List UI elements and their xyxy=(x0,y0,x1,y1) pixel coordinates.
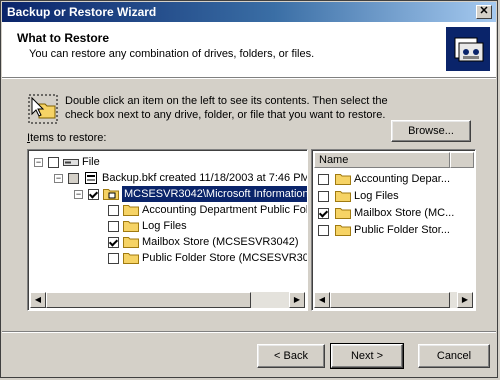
tree-item[interactable]: − MCSESVR3042\Microsoft Information Store xyxy=(28,186,307,202)
list-item-label: Public Folder Stor... xyxy=(354,224,450,236)
tree-item-label: Backup.bkf created 11/18/2003 at 7:46 PM xyxy=(102,172,308,184)
list-item[interactable]: Public Folder Stor... xyxy=(312,222,472,238)
collapse-toggle[interactable]: − xyxy=(34,158,43,167)
page-subtitle: You can restore any combination of drive… xyxy=(29,48,315,60)
tree-item-label: Accounting Department Public Folder xyxy=(142,204,308,216)
cancel-button[interactable]: Cancel xyxy=(418,344,490,368)
wizard-window: Backup or Restore Wizard ✕ What to Resto… xyxy=(0,0,498,378)
folder-icon xyxy=(123,252,139,264)
next-button[interactable]: Next > xyxy=(330,343,404,369)
list-item-label: Log Files xyxy=(354,190,399,202)
restore-checkbox[interactable] xyxy=(48,157,59,168)
restore-checkbox[interactable] xyxy=(88,189,99,200)
folder-icon xyxy=(335,173,351,185)
restore-checkbox[interactable] xyxy=(318,225,329,236)
tree-item[interactable]: − File xyxy=(28,154,307,170)
scroll-thumb[interactable] xyxy=(46,292,251,308)
restore-checkbox[interactable] xyxy=(318,208,329,219)
scroll-left-button[interactable]: ◀ xyxy=(314,292,330,308)
list-item-label: Mailbox Store (MC... xyxy=(354,207,455,219)
back-button[interactable]: < Back xyxy=(257,344,325,368)
list-item-label: Accounting Depar... xyxy=(354,173,451,185)
footer-divider xyxy=(2,331,496,333)
instructions-text: Double click an item on the left to see … xyxy=(65,95,388,121)
tree-item-label: File xyxy=(82,156,100,168)
tree-item[interactable]: Log Files xyxy=(28,218,307,234)
restore-checkbox[interactable] xyxy=(108,205,119,216)
scroll-right-button[interactable]: ▶ xyxy=(457,292,473,308)
scroll-left-button[interactable]: ◀ xyxy=(30,292,46,308)
window-title: Backup or Restore Wizard xyxy=(7,5,157,19)
store-icon xyxy=(103,188,119,200)
pointer-folder-icon xyxy=(28,94,58,124)
restore-checkbox[interactable] xyxy=(318,174,329,185)
folder-icon xyxy=(123,236,139,248)
close-button[interactable]: ✕ xyxy=(476,5,492,19)
title-bar[interactable]: Backup or Restore Wizard ✕ xyxy=(2,2,496,22)
header-divider xyxy=(2,78,496,79)
restore-checkbox[interactable] xyxy=(108,221,119,232)
tree-item-label: MCSESVR3042\Microsoft Information Store xyxy=(122,186,307,202)
folder-icon xyxy=(335,224,351,236)
tree-item[interactable]: − Backup.bkf created 11/18/2003 at 7:46 P… xyxy=(28,170,308,186)
restore-checkbox[interactable] xyxy=(68,173,79,184)
list-item[interactable]: Log Files xyxy=(312,188,472,204)
tree-item-label: Public Folder Store (MCSESVR3042) xyxy=(142,252,308,264)
list-horizontal-scrollbar[interactable]: ◀ ▶ xyxy=(314,292,473,308)
name-column-header[interactable]: Name xyxy=(314,152,450,168)
folder-icon xyxy=(123,220,139,232)
restore-tree-panel[interactable]: − File − Backup.bkf created 11/18/2003 at 7… xyxy=(27,149,308,311)
folder-icon xyxy=(123,204,139,216)
tree-item[interactable]: Mailbox Store (MCSESVR3042) xyxy=(28,234,307,250)
tree-item[interactable]: Accounting Department Public Folder xyxy=(28,202,308,218)
wizard-header: What to Restore You can restore any comb… xyxy=(2,22,496,78)
tree-item[interactable]: Public Folder Store (MCSESVR3042) xyxy=(28,250,308,266)
tape-icon xyxy=(83,172,99,184)
folder-icon xyxy=(335,207,351,219)
tree-item-label: Log Files xyxy=(142,220,187,232)
page-title: What to Restore xyxy=(17,31,110,45)
browse-button[interactable]: Browse... xyxy=(391,120,471,142)
restore-checkbox[interactable] xyxy=(318,191,329,202)
folder-icon xyxy=(335,190,351,202)
collapse-toggle[interactable]: − xyxy=(54,174,63,183)
list-item[interactable]: Mailbox Store (MC... xyxy=(312,205,472,221)
column-header-filler xyxy=(450,152,474,168)
list-item[interactable]: Accounting Depar... xyxy=(312,171,472,187)
tree-horizontal-scrollbar[interactable]: ◀ ▶ xyxy=(30,292,305,308)
restore-list-panel[interactable]: Name Accounting Depar... Log Files Mailbox… xyxy=(311,149,476,311)
restore-checkbox[interactable] xyxy=(108,237,119,248)
drive-icon xyxy=(63,156,79,168)
tree-item-label: Mailbox Store (MCSESVR3042) xyxy=(142,236,299,248)
backup-restore-icon xyxy=(446,27,490,71)
restore-checkbox[interactable] xyxy=(108,253,119,264)
scroll-right-button[interactable]: ▶ xyxy=(289,292,305,308)
scroll-thumb[interactable] xyxy=(330,292,450,308)
items-to-restore-label: Items to restore: xyxy=(27,132,107,144)
collapse-toggle[interactable]: − xyxy=(74,190,83,199)
